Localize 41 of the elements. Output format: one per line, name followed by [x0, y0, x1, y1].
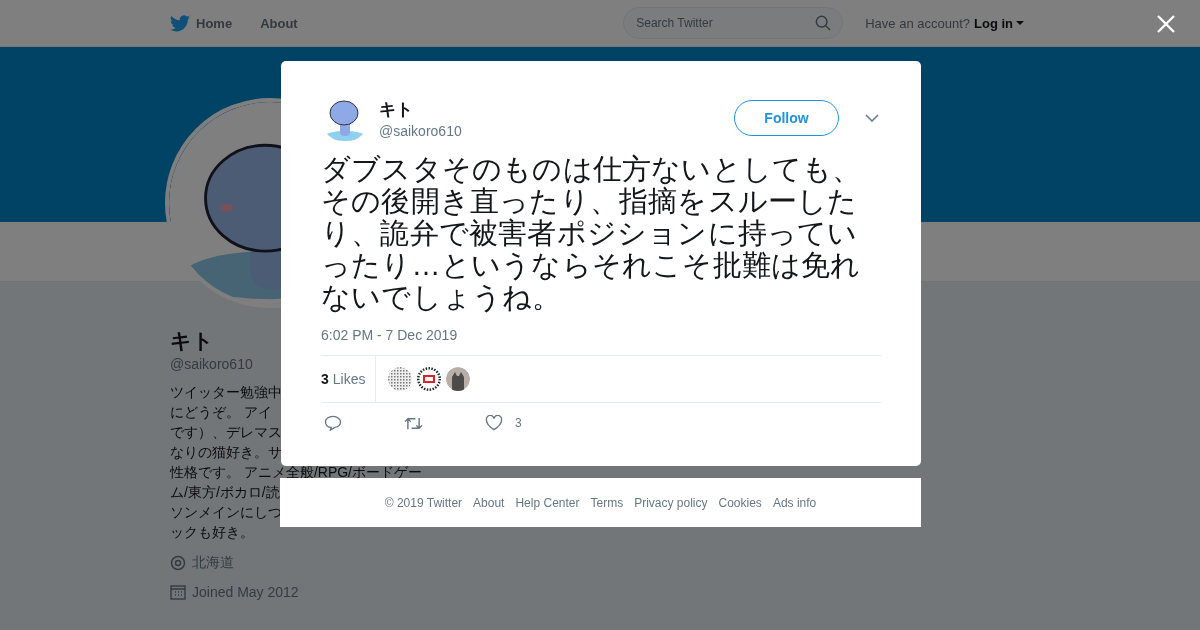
tweet-time[interactable]: 6:02 PM - 7 Dec 2019	[321, 327, 881, 343]
profile-name: キト	[170, 328, 214, 354]
nav-link[interactable]: Home	[170, 14, 233, 32]
location-text: 北海道	[192, 554, 234, 572]
copyright-text: © 2019 Twitter	[384, 495, 463, 510]
location-icon	[170, 555, 186, 571]
bio-text: ツイッター勉強中	[170, 383, 282, 402]
follow-button[interactable]: Follow	[734, 100, 839, 136]
bio-text: です）、デレマス	[170, 423, 282, 442]
account-prompt: Have an account?	[865, 15, 970, 31]
liker-avatar[interactable]	[417, 367, 442, 391]
search-icon	[815, 15, 832, 31]
footer-link[interactable]: Cookies	[718, 495, 762, 510]
reply-icon[interactable]	[324, 415, 342, 431]
tweet-text: ダブスタそのものは仕方ないとしても、その後開き直ったり、指摘をスルーしたり、詭弁で被害者ポジションに持っていったり…というならそれこそ批難は免れないでしょうね。	[321, 153, 863, 313]
heart-icon[interactable]	[485, 415, 503, 431]
footer-link[interactable]: Terms	[590, 495, 624, 510]
bio-text: にどうぞ。 アイ	[170, 403, 272, 422]
bio-text: なりの猫好き。サ	[170, 443, 282, 462]
likes-count[interactable]: 3 Likes	[321, 356, 377, 402]
bio-text: ックも好き。	[170, 523, 254, 542]
user-name[interactable]: キト	[379, 97, 462, 121]
liker-avatar[interactable]	[446, 367, 471, 391]
login-link[interactable]: Log in	[974, 15, 1024, 31]
calendar-icon	[170, 584, 186, 600]
bird-icon	[170, 14, 190, 32]
bio-text: ム/東方/ボカロ/読	[170, 483, 280, 502]
retweet-icon[interactable]	[404, 415, 423, 431]
footer-link[interactable]: Ads info	[772, 495, 817, 510]
profile-handle: @saikoro610	[170, 356, 253, 372]
joined-date: Joined May 2012	[192, 584, 299, 600]
search-field[interactable]: Search Twitter	[623, 7, 844, 39]
close-icon[interactable]	[1156, 14, 1176, 34]
nav-link[interactable]: About	[260, 15, 298, 31]
user-handle[interactable]: @saikoro610	[379, 122, 462, 139]
footer-link[interactable]: About	[473, 495, 505, 510]
footer-link[interactable]: Help Center	[515, 495, 580, 510]
like-count: 3	[515, 416, 522, 430]
chevron-icon[interactable]	[865, 114, 879, 122]
caret-icon	[1016, 21, 1024, 25]
footer-link[interactable]: Privacy policy	[634, 495, 708, 510]
